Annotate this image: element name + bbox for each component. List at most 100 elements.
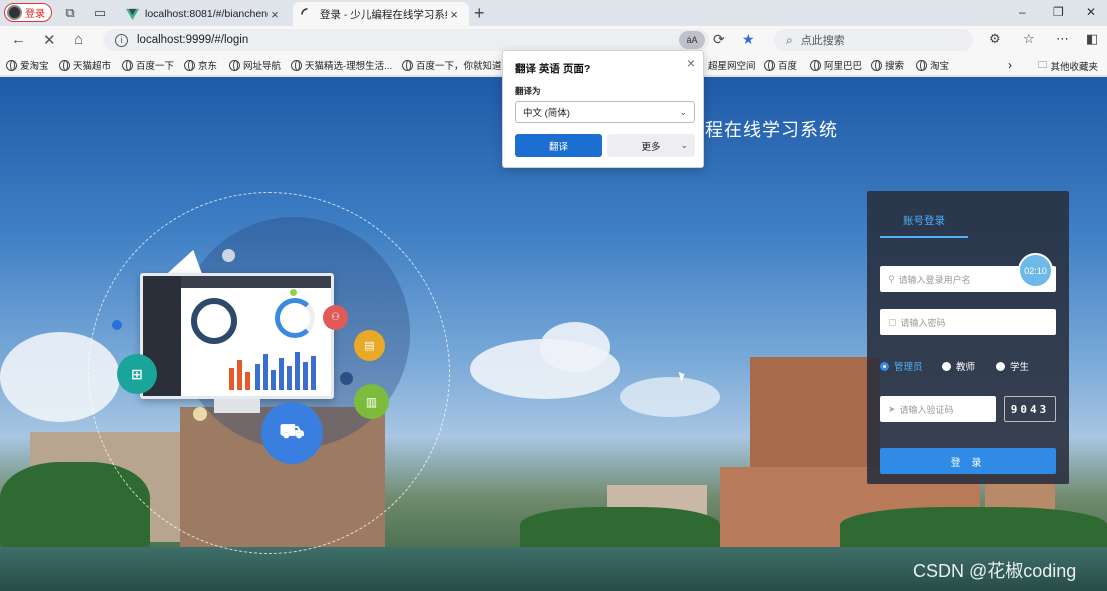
other-favorites-folder[interactable]: 🗀 其他收藏夹 xyxy=(1038,58,1098,74)
username-placeholder: 请输入登录用户名 xyxy=(898,274,971,285)
sidebar-icon[interactable]: ◧ xyxy=(1086,31,1098,47)
workspaces-icon[interactable]: ⧉ xyxy=(62,5,78,21)
globe-icon xyxy=(229,59,240,71)
tab-actions-icon[interactable]: ▭ xyxy=(92,5,108,21)
role-radio-admin[interactable]: 管理员 xyxy=(880,359,923,373)
globe-icon xyxy=(6,59,17,71)
radio-button[interactable] xyxy=(996,361,1005,371)
user-icon: ⚲ xyxy=(888,273,895,284)
profile-button[interactable]: 登录 xyxy=(4,3,52,22)
translate-button[interactable]: 翻译 xyxy=(515,134,602,157)
new-tab-button[interactable]: + xyxy=(474,3,485,24)
bookmark-item[interactable]: 爱淘宝 xyxy=(6,58,49,72)
search-input[interactable]: ⌕ 点此搜索 xyxy=(774,29,973,51)
role-radio-teacher[interactable]: 教师 xyxy=(942,359,975,373)
role-radio-group: 管理员 教师 学生 xyxy=(880,359,1056,373)
bookmark-item[interactable]: 网址导航 xyxy=(229,58,281,72)
globe-icon xyxy=(184,59,195,71)
decor-dot xyxy=(112,320,122,330)
trees xyxy=(520,507,720,552)
password-field[interactable]: ▢ 请输入密码 xyxy=(880,309,1056,335)
vue-favicon-icon xyxy=(126,8,139,20)
cloud xyxy=(620,377,720,417)
home-icon[interactable]: ⌂ xyxy=(74,31,83,48)
restore-button[interactable]: ❐ xyxy=(1053,5,1064,19)
close-window-button[interactable]: ✕ xyxy=(1086,5,1096,19)
translate-icon[interactable]: áA xyxy=(679,31,705,49)
stop-loading-icon[interactable]: ✕ xyxy=(43,31,56,49)
bookmark-item[interactable]: 天猫精选-理想生活... xyxy=(291,58,392,72)
captcha-placeholder: 请输入验证码 xyxy=(899,404,954,415)
cloud xyxy=(540,322,610,372)
role-radio-student[interactable]: 学生 xyxy=(996,359,1029,373)
tab-account-login[interactable]: 账号登录 xyxy=(903,213,945,228)
globe-icon xyxy=(122,59,133,71)
radio-button[interactable] xyxy=(942,361,951,371)
login-button[interactable]: 登 录 xyxy=(880,448,1056,474)
address-bar[interactable]: i localhost:9999/#/login áA xyxy=(103,29,709,51)
tab-login[interactable]: 登录 - 少儿编程在线学习系统 × xyxy=(293,2,469,26)
users-icon: ⚇ xyxy=(323,305,348,330)
url-text[interactable]: localhost:9999/#/login xyxy=(137,34,248,46)
tab-close-button[interactable]: × xyxy=(268,7,282,22)
back-icon[interactable]: ← xyxy=(11,31,26,48)
bookmark-item[interactable]: 百度一下 xyxy=(122,58,174,72)
search-icon: ⌕ xyxy=(786,32,793,47)
translate-popup: 翻译 英语 页面? × 翻译为 中文 (简体) ⌄ 翻译 更多 ⌄ xyxy=(502,50,704,168)
gauge-icon xyxy=(191,298,237,344)
chevron-down-icon: ⌄ xyxy=(680,140,688,150)
monitor-stand xyxy=(214,399,260,413)
globe-icon xyxy=(291,59,302,71)
avatar xyxy=(7,5,22,20)
target-language-select[interactable]: 中文 (简体) ⌄ xyxy=(515,101,695,123)
globe-icon xyxy=(916,59,927,71)
info-icon[interactable]: i xyxy=(115,33,128,47)
lock-icon: ▢ xyxy=(888,316,897,327)
org-chart-icon: ⊞ xyxy=(117,354,157,394)
captcha-field[interactable]: ➤ 请输入验证码 xyxy=(880,396,996,422)
decor-dot xyxy=(290,289,297,296)
bookmark-item[interactable]: 搜索 xyxy=(871,58,904,72)
send-icon: ➤ xyxy=(888,403,896,414)
popup-title: 翻译 英语 页面? xyxy=(515,63,591,75)
page-title: 程在线学习系统 xyxy=(705,120,838,141)
profile-label: 登录 xyxy=(25,9,45,20)
trees xyxy=(840,507,1107,552)
extensions-icon[interactable]: ⚙ xyxy=(989,31,1001,47)
bookmark-item[interactable]: 百度 xyxy=(764,58,797,72)
search-placeholder: 点此搜索 xyxy=(800,35,845,47)
timer-badge: 02:10 xyxy=(1018,253,1053,288)
tab-strip: 登录 ⧉ ▭ localhost:8081/#/bianchengcours ×… xyxy=(0,0,1107,26)
tab-close-button[interactable]: × xyxy=(447,7,461,22)
card-icon: ▤ xyxy=(354,330,385,361)
bookmark-item[interactable]: 淘宝 xyxy=(916,58,949,72)
target-language-label: 翻译为 xyxy=(515,86,541,96)
delivery-truck-icon: ⛟ xyxy=(261,402,323,464)
captcha-image[interactable]: 9043 xyxy=(1004,396,1056,422)
ring-chart-icon xyxy=(275,298,315,338)
collections-icon[interactable]: ☆ xyxy=(1023,31,1035,47)
document-icon: ▥ xyxy=(354,384,389,419)
bookmark-item[interactable]: 超星网空间 xyxy=(708,58,756,72)
globe-icon xyxy=(764,59,775,71)
watermark: CSDN @花椒coding xyxy=(913,561,1077,581)
tab-bianchengcourse[interactable]: localhost:8081/#/bianchengcours × xyxy=(118,2,290,26)
password-placeholder: 请输入密码 xyxy=(900,317,946,328)
bookmark-item[interactable]: 阿里巴巴 xyxy=(810,58,862,72)
chevron-down-icon: ⌄ xyxy=(679,106,687,117)
folder-icon: 🗀 xyxy=(1038,60,1048,71)
bookmark-item[interactable]: 百度一下，你就知道 xyxy=(402,58,502,72)
bookmark-item[interactable]: 京东 xyxy=(184,58,217,72)
more-icon[interactable]: ⋯ xyxy=(1056,31,1069,47)
globe-icon xyxy=(810,59,821,71)
bookmarks-overflow-button[interactable]: › xyxy=(1008,58,1012,72)
refresh-icon[interactable]: ⟳ xyxy=(713,31,725,48)
minimize-button[interactable]: – xyxy=(1019,5,1026,19)
close-icon[interactable]: × xyxy=(687,55,695,71)
more-button[interactable]: 更多 ⌄ xyxy=(607,134,695,157)
favorite-star-icon[interactable]: ★ xyxy=(742,31,755,48)
bookmark-item[interactable]: 天猫超市 xyxy=(59,58,111,72)
decor-dot xyxy=(340,372,353,385)
radio-button[interactable] xyxy=(880,361,889,371)
globe-icon xyxy=(59,59,70,71)
